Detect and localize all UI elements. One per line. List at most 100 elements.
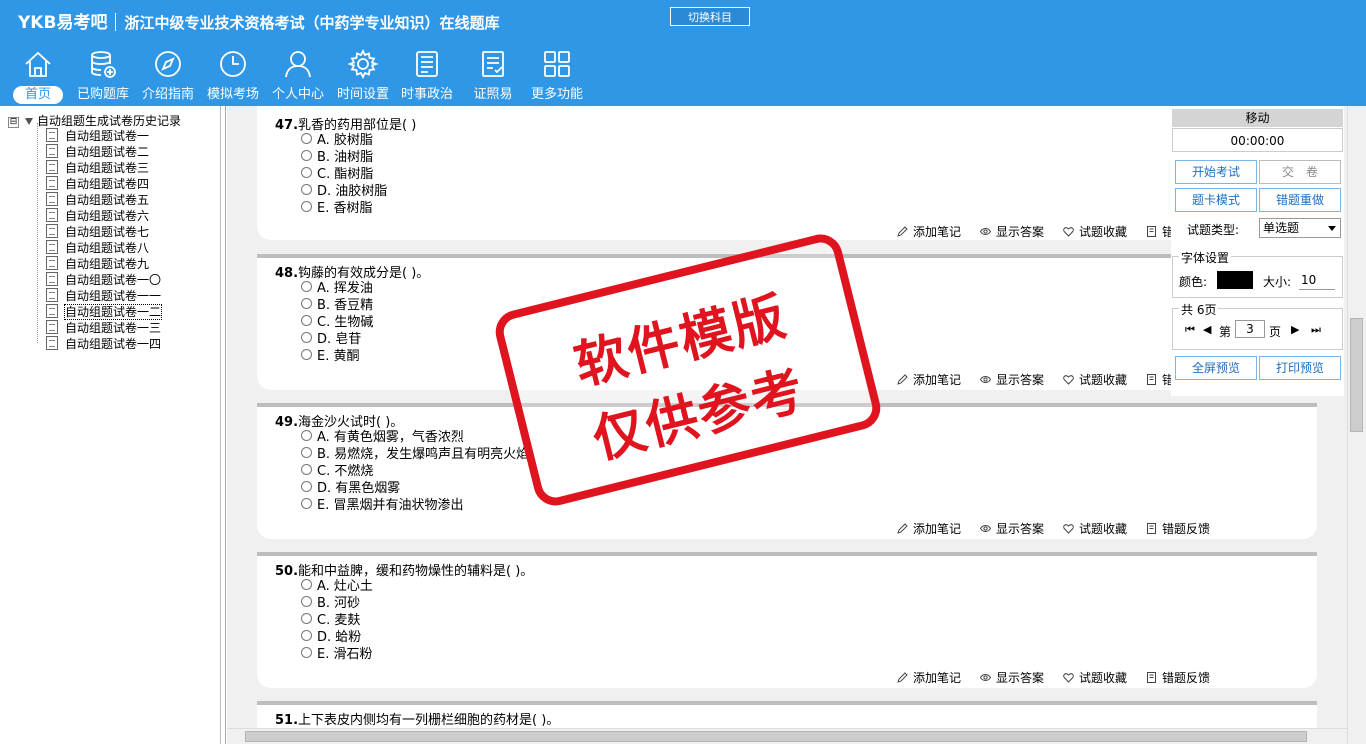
radio-icon[interactable] (301, 464, 312, 475)
tree-item[interactable]: 自动组题试卷六 (46, 208, 149, 224)
radio-icon[interactable] (301, 498, 312, 509)
horizontal-scroll-thumb[interactable] (245, 731, 1307, 742)
option[interactable]: C. 不燃烧 (301, 463, 373, 480)
add-note-button[interactable]: 添加笔记 (897, 520, 961, 537)
favorite-button[interactable]: 试题收藏 (1063, 223, 1127, 240)
option[interactable]: D. 油胶树脂 (301, 183, 387, 200)
nav-home[interactable]: 首页 (5, 48, 71, 106)
tree-item[interactable]: 自动组题试卷二 (46, 144, 149, 160)
option[interactable]: E. 滑石粉 (301, 646, 372, 663)
option[interactable]: E. 冒黑烟并有油状物渗出 (301, 497, 463, 514)
tree-item[interactable]: 自动组题试卷一三 (46, 320, 161, 336)
favorite-button[interactable]: 试题收藏 (1063, 520, 1127, 537)
option[interactable]: A. 胶树脂 (301, 132, 373, 149)
tree-item-selected[interactable]: 自动组题试卷一二 (46, 304, 163, 320)
redo-wrong-button[interactable]: 错题重做 (1259, 188, 1341, 212)
nav-purchased-banks[interactable]: 已购题库 (70, 48, 136, 106)
tree-item[interactable]: 自动组题试卷一一 (46, 288, 161, 304)
radio-icon[interactable] (301, 281, 312, 292)
tree-item[interactable]: 自动组题试卷七 (46, 224, 149, 240)
radio-icon[interactable] (301, 613, 312, 624)
tree-item[interactable]: 自动组题试卷一〇 (46, 272, 161, 288)
radio-icon[interactable] (301, 201, 312, 212)
show-answer-button[interactable]: 显示答案 (980, 669, 1044, 686)
feedback-button[interactable]: 错题反馈 (1146, 669, 1210, 686)
tree-item[interactable]: 自动组题试卷一四 (46, 336, 161, 352)
radio-icon[interactable] (301, 349, 312, 360)
option[interactable]: B. 油树脂 (301, 149, 373, 166)
horizontal-scrollbar[interactable] (227, 728, 1347, 744)
collapse-toggle-icon[interactable]: ⊟ (8, 117, 19, 128)
radio-icon[interactable] (301, 298, 312, 309)
option[interactable]: E. 黄酮 (301, 348, 359, 365)
tree-item[interactable]: 自动组题试卷九 (46, 256, 149, 272)
option[interactable]: E. 香树脂 (301, 200, 372, 217)
feedback-button[interactable]: 错题反馈 (1146, 520, 1210, 537)
nav-personal-center[interactable]: 个人中心 (265, 48, 331, 106)
radio-icon[interactable] (301, 596, 312, 607)
print-preview-button[interactable]: 打印预览 (1259, 356, 1341, 380)
option[interactable]: D. 有黑色烟雾 (301, 480, 400, 497)
font-size-input[interactable]: 10 (1299, 271, 1335, 290)
option[interactable]: B. 河砂 (301, 595, 360, 612)
tree-item[interactable]: 自动组题试卷八 (46, 240, 149, 256)
switch-subject-button[interactable]: 切换科目 (670, 7, 750, 26)
option[interactable]: C. 酯树脂 (301, 166, 373, 183)
page-number-input[interactable]: 3 (1235, 320, 1265, 338)
show-answer-button[interactable]: 显示答案 (980, 371, 1044, 388)
vertical-scrollbar[interactable] (1347, 106, 1366, 744)
option[interactable]: A. 有黄色烟雾，气香浓烈 (301, 429, 464, 446)
option[interactable]: D. 皂苷 (301, 331, 361, 348)
radio-icon[interactable] (301, 332, 312, 343)
radio-icon[interactable] (301, 447, 312, 458)
first-page-icon[interactable]: ⏮ (1185, 323, 1195, 337)
tree-item[interactable]: 自动组题试卷三 (46, 160, 149, 176)
submit-exam-button[interactable]: 交 卷 (1259, 160, 1341, 184)
favorite-button[interactable]: 试题收藏 (1063, 371, 1127, 388)
move-handle[interactable]: 移动 (1172, 109, 1343, 127)
radio-icon[interactable] (301, 481, 312, 492)
tree-root[interactable]: ⊟ 自动组题生成试卷历史记录 (8, 112, 181, 129)
option[interactable]: A. 灶心土 (301, 578, 373, 595)
option[interactable]: A. 挥发油 (301, 280, 373, 297)
radio-icon[interactable] (301, 430, 312, 441)
nav-time-settings[interactable]: 时间设置 (330, 48, 396, 106)
feedback-button[interactable]: 错 (1146, 371, 1174, 388)
tree-item[interactable]: 自动组题试卷五 (46, 192, 149, 208)
nav-current-affairs[interactable]: 时事政治 (394, 48, 460, 106)
option[interactable]: B. 易燃烧，发生爆鸣声且有明亮火焰 (301, 446, 529, 463)
last-page-icon[interactable]: ⏭ (1311, 323, 1321, 337)
splitter[interactable] (220, 106, 221, 744)
option[interactable]: C. 生物碱 (301, 314, 373, 331)
start-exam-button[interactable]: 开始考试 (1175, 160, 1257, 184)
show-answer-button[interactable]: 显示答案 (980, 520, 1044, 537)
nav-certificate[interactable]: 证照易 (460, 48, 526, 106)
option[interactable]: B. 香豆精 (301, 297, 373, 314)
tree-item[interactable]: 自动组题试卷一 (46, 128, 149, 144)
question-type-select[interactable]: 单选题 (1259, 218, 1341, 238)
prev-page-icon[interactable]: ◀ (1203, 323, 1211, 336)
radio-icon[interactable] (301, 579, 312, 590)
radio-icon[interactable] (301, 133, 312, 144)
option[interactable]: C. 麦麸 (301, 612, 360, 629)
radio-icon[interactable] (301, 647, 312, 658)
add-note-button[interactable]: 添加笔记 (897, 669, 961, 686)
favorite-button[interactable]: 试题收藏 (1063, 669, 1127, 686)
add-note-button[interactable]: 添加笔记 (897, 223, 961, 240)
font-color-picker[interactable] (1217, 271, 1253, 289)
option[interactable]: D. 蛤粉 (301, 629, 361, 646)
radio-icon[interactable] (301, 630, 312, 641)
radio-icon[interactable] (301, 184, 312, 195)
card-mode-button[interactable]: 题卡模式 (1175, 188, 1257, 212)
tree-item[interactable]: 自动组题试卷四 (46, 176, 149, 192)
next-page-icon[interactable]: ▶ (1291, 323, 1299, 336)
nav-mock-exam[interactable]: 模拟考场 (200, 48, 266, 106)
add-note-button[interactable]: 添加笔记 (897, 371, 961, 388)
radio-icon[interactable] (301, 167, 312, 178)
fullscreen-preview-button[interactable]: 全屏预览 (1175, 356, 1257, 380)
vertical-scroll-thumb[interactable] (1350, 318, 1363, 432)
radio-icon[interactable] (301, 315, 312, 326)
nav-guide[interactable]: 介绍指南 (135, 48, 201, 106)
show-answer-button[interactable]: 显示答案 (980, 223, 1044, 240)
nav-more[interactable]: 更多功能 (524, 48, 590, 106)
